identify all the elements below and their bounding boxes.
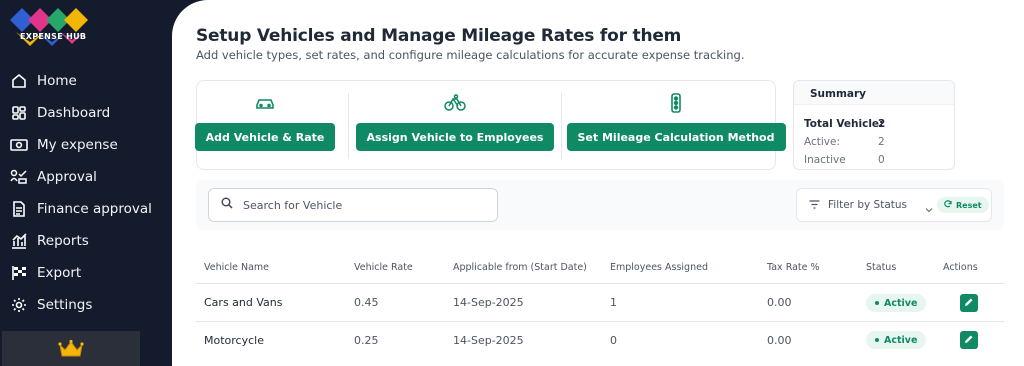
main-panel: Setup Vehicles and Manage Mileage Rates … (172, 0, 1024, 366)
vehicle-rate: 0.45 (354, 296, 379, 309)
actions-card: Add Vehicle & Rate Assign Vehicle to Emp… (194, 80, 786, 171)
edit-button[interactable] (960, 331, 978, 349)
vehicle-rate: 0.25 (354, 334, 379, 347)
sidebar-item-export[interactable]: Export (10, 262, 81, 284)
sidebar-item-label: Home (37, 73, 77, 89)
chevron-down-icon (925, 200, 933, 218)
sidebar-item-label: Dashboard (37, 105, 111, 121)
add-vehicle-action: Add Vehicle & Rate (194, 81, 336, 171)
summary-active-value: 2 (878, 136, 885, 148)
flag-icon (10, 264, 28, 282)
sidebar-item-label: My expense (37, 137, 118, 153)
sidebar-item-label: Settings (37, 297, 93, 313)
start-date: 14-Sep-2025 (453, 296, 524, 309)
column-header: Actions (943, 262, 978, 273)
status-dot (875, 301, 879, 305)
employees-assigned: 0 (610, 334, 617, 347)
mileage-method-action: Set Mileage Calculation Method (566, 81, 786, 171)
sidebar-item-label: Reports (37, 233, 89, 249)
sidebar: EXPENSE HUB Home Dashboard My expense Ap… (0, 0, 190, 366)
divider (196, 321, 1004, 322)
status-filter[interactable]: Filter by Status Reset (796, 188, 992, 222)
filter-label: Filter by Status (828, 199, 908, 211)
sidebar-item-dashboard[interactable]: Dashboard (10, 102, 110, 124)
status-label: Active (884, 334, 918, 346)
crown-icon (58, 339, 84, 366)
employees-assigned: 1 (610, 296, 617, 309)
status-label: Active (884, 297, 918, 309)
add-vehicle-rate-button[interactable]: Add Vehicle & Rate (194, 123, 336, 151)
summary-inactive-label: Inactive (804, 154, 846, 166)
assign-vehicle-button[interactable]: Assign Vehicle to Employees (355, 123, 555, 151)
filter-bar: Filter by Status Reset (196, 180, 1004, 230)
reset-label: Reset (956, 200, 982, 210)
column-header: Vehicle Rate (354, 262, 413, 273)
sidebar-item-label: Finance approval (37, 201, 152, 217)
sidebar-item-finance-approval[interactable]: Finance approval (10, 198, 152, 220)
filter-icon (809, 196, 820, 214)
divider (196, 283, 1004, 284)
chart-icon (10, 232, 28, 250)
brand-name: EXPENSE HUB (20, 32, 87, 41)
sidebar-item-home[interactable]: Home (10, 70, 77, 92)
search-input[interactable] (243, 198, 483, 212)
page-subtitle: Add vehicle types, set rates, and config… (196, 48, 745, 62)
reset-button[interactable]: Reset (937, 197, 989, 213)
summary-title: Summary (794, 81, 954, 105)
status-dot (875, 338, 879, 342)
document-icon (10, 200, 28, 218)
status-badge: Active (866, 294, 927, 312)
sidebar-item-approval[interactable]: Approval (10, 166, 97, 188)
column-header: Employees Assigned (610, 262, 708, 273)
column-header: Tax Rate % (767, 262, 820, 273)
pencil-icon (964, 294, 974, 312)
premium-banner[interactable] (2, 331, 140, 366)
page-title: Setup Vehicles and Manage Mileage Rates … (196, 26, 682, 46)
summary-inactive-value: 0 (878, 154, 885, 166)
home-icon (10, 72, 28, 90)
traffic-light-icon (669, 93, 683, 113)
sidebar-item-label: Approval (37, 169, 97, 185)
tax-rate: 0.00 (767, 296, 792, 309)
sidebar-item-label: Export (37, 265, 82, 281)
brand-logo[interactable]: EXPENSE HUB (8, 6, 90, 54)
refresh-icon (944, 200, 952, 210)
dashboard-icon (10, 104, 28, 122)
tax-rate: 0.00 (767, 334, 792, 347)
approval-icon (10, 168, 28, 186)
car-icon (255, 93, 275, 113)
column-header: Applicable from (Start Date) (453, 262, 587, 273)
edit-button[interactable] (960, 294, 978, 312)
set-mileage-method-button[interactable]: Set Mileage Calculation Method (566, 123, 786, 151)
sidebar-item-reports[interactable]: Reports (10, 230, 89, 252)
money-icon (10, 136, 28, 154)
summary-total-value: 2 (878, 118, 886, 130)
summary-active-label: Active: (804, 136, 841, 148)
sidebar-item-settings[interactable]: Settings (10, 294, 92, 316)
summary-card: Summary Total Vehicle: 2 Active: 2 Inact… (793, 80, 955, 170)
search-icon (221, 196, 233, 214)
bicycle-icon (444, 93, 466, 113)
divider (561, 93, 562, 159)
sidebar-item-my-expense[interactable]: My expense (10, 134, 118, 156)
vehicle-name: Cars and Vans (204, 296, 283, 309)
summary-total-label: Total Vehicle: (804, 118, 884, 130)
pencil-icon (964, 331, 974, 349)
search-box[interactable] (208, 188, 498, 222)
vehicle-name: Motorcycle (204, 334, 264, 347)
gear-icon (10, 296, 28, 314)
assign-vehicle-action: Assign Vehicle to Employees (355, 81, 555, 171)
column-header: Vehicle Name (204, 262, 270, 273)
column-header: Status (866, 262, 897, 273)
status-badge: Active (866, 331, 927, 349)
start-date: 14-Sep-2025 (453, 334, 524, 347)
divider (348, 93, 349, 159)
